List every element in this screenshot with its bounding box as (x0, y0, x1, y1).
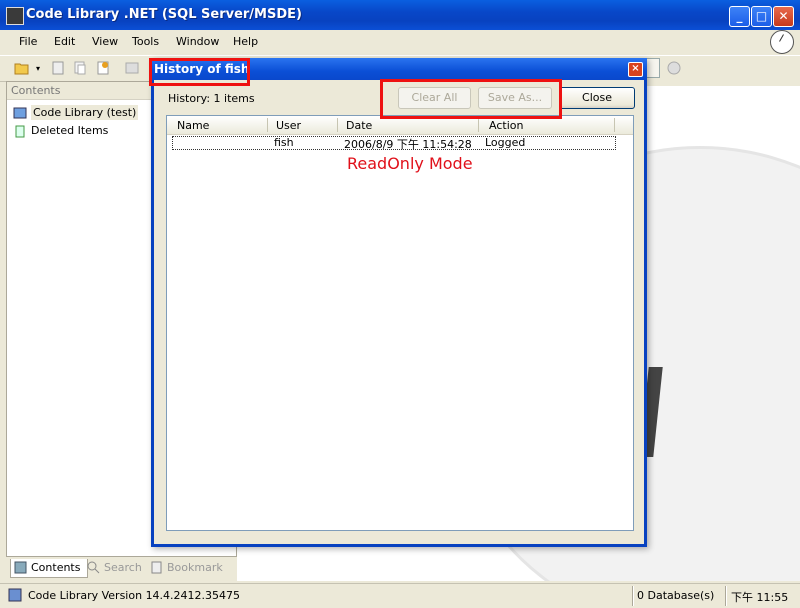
status-app-icon (8, 588, 22, 602)
contents-icon (14, 561, 27, 574)
close-dialog-button[interactable]: Close (559, 87, 635, 109)
maximize-button[interactable]: □ (751, 6, 772, 27)
tree-item-label: Code Library (test) (31, 105, 139, 120)
menu-view[interactable]: View (92, 35, 118, 48)
highlight-disabled-buttons (380, 79, 562, 119)
dialog-close-icon[interactable]: × (628, 62, 643, 77)
grid-icon[interactable] (124, 60, 140, 76)
tab-label: Bookmark (167, 561, 223, 574)
database-icon (13, 107, 27, 119)
clock-icon (770, 30, 794, 54)
copy-icon[interactable] (72, 60, 88, 76)
column-name[interactable]: Name (177, 119, 209, 132)
column-separator[interactable] (337, 118, 338, 132)
tab-label: Search (104, 561, 142, 574)
search-icon (87, 561, 100, 574)
status-bar: Code Library Version 14.4.2412.35475 0 D… (0, 583, 800, 608)
close-button[interactable]: ✕ (773, 6, 794, 27)
history-count: History: 1 items (168, 92, 255, 105)
column-separator[interactable] (614, 118, 615, 132)
recycle-bin-icon (15, 125, 25, 138)
tree-item-label: Deleted Items (31, 124, 109, 137)
status-time: 下午 11:55 (731, 591, 789, 604)
status-separator (632, 586, 634, 606)
status-version: Code Library Version 14.4.2412.35475 (28, 589, 241, 602)
cell-date: 2006/8/9 下午 11:54:28 (344, 138, 472, 151)
column-user[interactable]: User (276, 119, 301, 132)
menu-tools[interactable]: Tools (132, 35, 159, 48)
menu-window[interactable]: Window (176, 35, 219, 48)
column-separator[interactable] (267, 118, 268, 132)
new-document-icon[interactable] (50, 60, 66, 76)
tab-label: Contents (31, 561, 81, 574)
app-icon[interactable] (6, 7, 24, 25)
history-dialog: History of fish × History: 1 items Clear… (151, 58, 647, 547)
bookmark-icon (151, 561, 162, 574)
status-separator (725, 586, 727, 606)
column-date[interactable]: Date (346, 119, 372, 132)
refresh-icon[interactable] (666, 60, 682, 76)
main-title-bar[interactable]: Code Library .NET (SQL Server/MSDE) _ □ … (0, 0, 800, 30)
properties-icon[interactable] (95, 60, 111, 76)
highlight-dialog-title (149, 58, 250, 86)
status-databases: 0 Database(s) (637, 589, 715, 602)
tab-bookmark[interactable]: Bookmark (147, 559, 233, 577)
cell-action: Logged (485, 136, 526, 149)
minimize-button[interactable]: _ (729, 6, 750, 27)
chevron-down-icon[interactable]: ▾ (36, 64, 40, 73)
tree-item-code-library[interactable]: Code Library (test) (13, 105, 139, 120)
menu-bar: File Edit View Tools Window Help (0, 30, 800, 54)
readonly-annotation: ReadOnly Mode (347, 154, 473, 173)
menu-edit[interactable]: Edit (54, 35, 75, 48)
history-list[interactable]: Name User Date Action fish 2006/8/9 下午 1… (166, 115, 634, 531)
tree-item-deleted[interactable]: Deleted Items (13, 124, 108, 138)
window-title: Code Library .NET (SQL Server/MSDE) (26, 7, 302, 22)
tab-contents[interactable]: Contents (10, 559, 88, 578)
column-separator[interactable] (478, 118, 479, 132)
open-folder-icon[interactable] (14, 60, 30, 76)
menu-file[interactable]: File (19, 35, 37, 48)
menu-help[interactable]: Help (233, 35, 258, 48)
pane-tabs: Contents Search Bookmark (6, 557, 235, 581)
table-row[interactable]: fish 2006/8/9 下午 11:54:28 Logged (172, 136, 616, 151)
column-action[interactable]: Action (489, 119, 523, 132)
cell-user: fish (274, 136, 294, 149)
